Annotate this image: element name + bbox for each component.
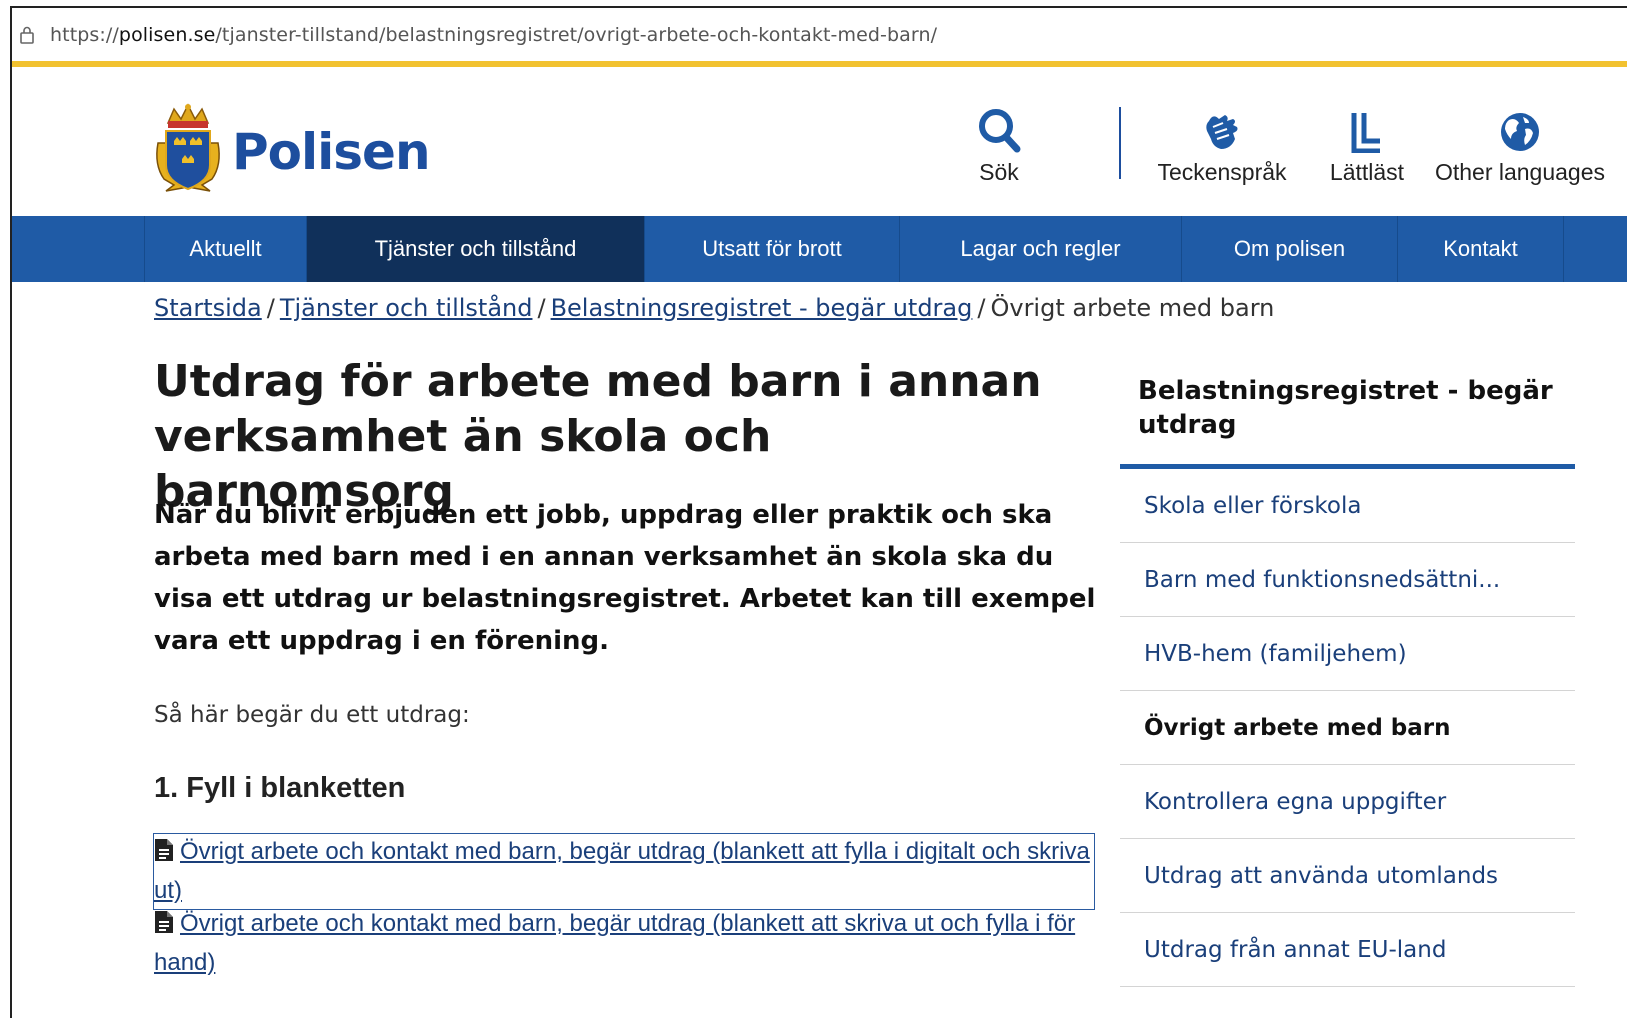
breadcrumb-separator: / bbox=[977, 294, 986, 322]
sidebar-item-ovrigt-arbete[interactable]: Övrigt arbete med barn bbox=[1120, 691, 1575, 765]
sidebar-item-funktionsnedsattning[interactable]: Barn med funktionsnedsättni... bbox=[1120, 543, 1575, 617]
breadcrumb-current: Övrigt arbete med barn bbox=[990, 294, 1275, 322]
url-host: polisen.se bbox=[118, 23, 216, 46]
form-link-print-text[interactable]: Övrigt arbete och kontakt med barn, begä… bbox=[154, 910, 1075, 976]
search-button[interactable]: Sök bbox=[967, 103, 1031, 186]
form-link-print[interactable]: Övrigt arbete och kontakt med barn, begä… bbox=[154, 906, 1094, 981]
document-icon bbox=[154, 909, 174, 945]
nav-item-lagar-och-regler[interactable]: Lagar och regler bbox=[899, 216, 1181, 282]
easy-read-link[interactable]: Lättläst bbox=[1317, 103, 1417, 186]
form-link-digital[interactable]: Övrigt arbete och kontakt med barn, begä… bbox=[153, 833, 1095, 910]
section-sidebar: Belastningsregistret - begär utdrag Skol… bbox=[1120, 360, 1575, 987]
sign-language-label: Teckenspråk bbox=[1157, 159, 1287, 185]
breadcrumb-link-startsida[interactable]: Startsida bbox=[154, 294, 262, 322]
url-path: /tjanster-tillstand/belastningsregistret… bbox=[215, 23, 938, 46]
url-text[interactable]: https://polisen.se/tjanster-tillstand/be… bbox=[50, 24, 937, 46]
nav-item-tjanster-och-tillstand[interactable]: Tjänster och tillstånd bbox=[306, 216, 644, 282]
nav-item-kontakt[interactable]: Kontakt bbox=[1397, 216, 1564, 282]
step-heading: 1. Fyll i blanketten bbox=[154, 772, 406, 804]
other-languages-label: Other languages bbox=[1434, 159, 1606, 185]
address-bar[interactable]: https://polisen.se/tjanster-tillstand/be… bbox=[12, 8, 1627, 61]
lead-paragraph: När du blivit erbjuden ett jobb, uppdrag… bbox=[154, 500, 1096, 656]
police-crest-icon bbox=[152, 103, 224, 200]
other-languages-link[interactable]: Other languages bbox=[1430, 103, 1610, 186]
howto-text: Så här begär du ett utdrag: bbox=[154, 702, 470, 728]
search-label: Sök bbox=[979, 159, 1019, 185]
sidebar-item-kontrollera[interactable]: Kontrollera egna uppgifter bbox=[1120, 765, 1575, 839]
document-icon bbox=[154, 837, 174, 873]
url-scheme: https:// bbox=[50, 23, 119, 46]
sign-language-link[interactable]: Teckenspråk bbox=[1152, 103, 1292, 186]
hand-sign-icon bbox=[1203, 103, 1241, 153]
nav-item-utsatt-for-brott[interactable]: Utsatt för brott bbox=[644, 216, 899, 282]
header-divider bbox=[1119, 107, 1121, 179]
lock-icon[interactable] bbox=[16, 23, 38, 47]
breadcrumb-link-tjanster[interactable]: Tjänster och tillstånd bbox=[280, 294, 533, 322]
search-icon bbox=[977, 103, 1021, 153]
site-logo[interactable]: Polisen bbox=[152, 103, 431, 200]
breadcrumb-link-belastningsregistret[interactable]: Belastningsregistret - begär utdrag bbox=[551, 294, 973, 322]
sidebar-item-eu-land[interactable]: Utdrag från annat EU-land bbox=[1120, 913, 1575, 987]
sidebar-item-hvb-hem[interactable]: HVB-hem (familjehem) bbox=[1120, 617, 1575, 691]
site-header: Polisen Sök Teckenspråk Lättläst Other l… bbox=[12, 67, 1627, 216]
main-navigation: Aktuellt Tjänster och tillstånd Utsatt f… bbox=[12, 216, 1627, 282]
nav-item-aktuellt[interactable]: Aktuellt bbox=[144, 216, 306, 282]
sidebar-heading[interactable]: Belastningsregistret - begär utdrag bbox=[1120, 360, 1575, 469]
breadcrumb-separator: / bbox=[266, 294, 275, 322]
nav-item-om-polisen[interactable]: Om polisen bbox=[1181, 216, 1397, 282]
sidebar-item-utomlands[interactable]: Utdrag att använda utomlands bbox=[1120, 839, 1575, 913]
easy-read-label: Lättläst bbox=[1329, 159, 1405, 185]
globe-icon bbox=[1499, 103, 1541, 153]
browser-window: https://polisen.se/tjanster-tillstand/be… bbox=[10, 6, 1627, 1018]
form-link-digital-text[interactable]: Övrigt arbete och kontakt med barn, begä… bbox=[154, 838, 1090, 904]
logo-text: Polisen bbox=[232, 122, 431, 181]
easy-read-icon bbox=[1350, 103, 1384, 153]
sidebar-item-skola[interactable]: Skola eller förskola bbox=[1120, 469, 1575, 543]
breadcrumb: Startsida / Tjänster och tillstånd / Belastn… bbox=[154, 294, 1274, 322]
breadcrumb-separator: / bbox=[537, 294, 546, 322]
